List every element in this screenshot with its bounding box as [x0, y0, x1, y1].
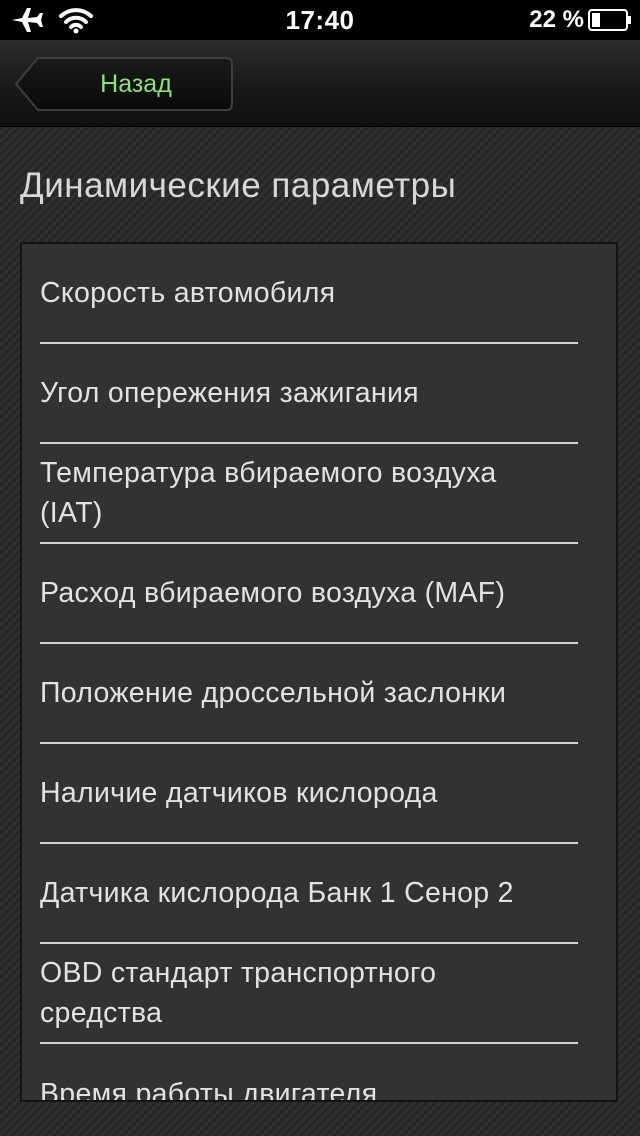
- list-item-mass-air-flow[interactable]: Расход вбираемого воздуха (MAF): [40, 544, 578, 644]
- list-item-engine-run-time[interactable]: Время работы двигателя: [40, 1044, 578, 1102]
- back-button[interactable]: Назад: [14, 56, 234, 112]
- navigation-bar: Назад: [0, 40, 640, 127]
- list-item-vehicle-speed[interactable]: Скорость автомобиля: [40, 244, 578, 344]
- list-item-oxygen-sensors-present[interactable]: Наличие датчиков кислорода: [40, 744, 578, 844]
- list-item-label: Время работы двигателя: [40, 1078, 378, 1102]
- back-button-label: Назад: [100, 70, 172, 98]
- battery-icon: [588, 9, 631, 31]
- page-title: Динамические параметры: [20, 166, 457, 205]
- list-item-label: Температура вбираемого воздуха (IAT): [40, 457, 497, 529]
- list-item-label: Расход вбираемого воздуха (MAF): [40, 577, 506, 609]
- list-item-label: Угол опережения зажигания: [40, 377, 419, 409]
- status-bar: 17:40 22 %: [0, 0, 640, 40]
- list-item-label: Наличие датчиков кислорода: [40, 777, 438, 809]
- list-item-obd-standard[interactable]: OBD стандарт транспортного средства: [40, 944, 578, 1044]
- list-item-label: Положение дроссельной заслонки: [40, 677, 507, 709]
- parameters-list: Скорость автомобиля Угол опережения зажи…: [20, 242, 618, 1102]
- battery-percent: 22 %: [529, 6, 584, 33]
- list-item-oxygen-sensor-bank1-sensor2[interactable]: Датчика кислорода Банк 1 Сенор 2: [40, 844, 578, 944]
- list-item-ignition-timing[interactable]: Угол опережения зажигания: [40, 344, 578, 444]
- list-item-label: OBD стандарт транспортного средства: [40, 957, 437, 1029]
- list-item-throttle-position[interactable]: Положение дроссельной заслонки: [40, 644, 578, 744]
- list-item-label: Скорость автомобиля: [40, 277, 336, 309]
- list-item-intake-air-temperature[interactable]: Температура вбираемого воздуха (IAT): [40, 444, 578, 544]
- list-item-label: Датчика кислорода Банк 1 Сенор 2: [40, 877, 514, 909]
